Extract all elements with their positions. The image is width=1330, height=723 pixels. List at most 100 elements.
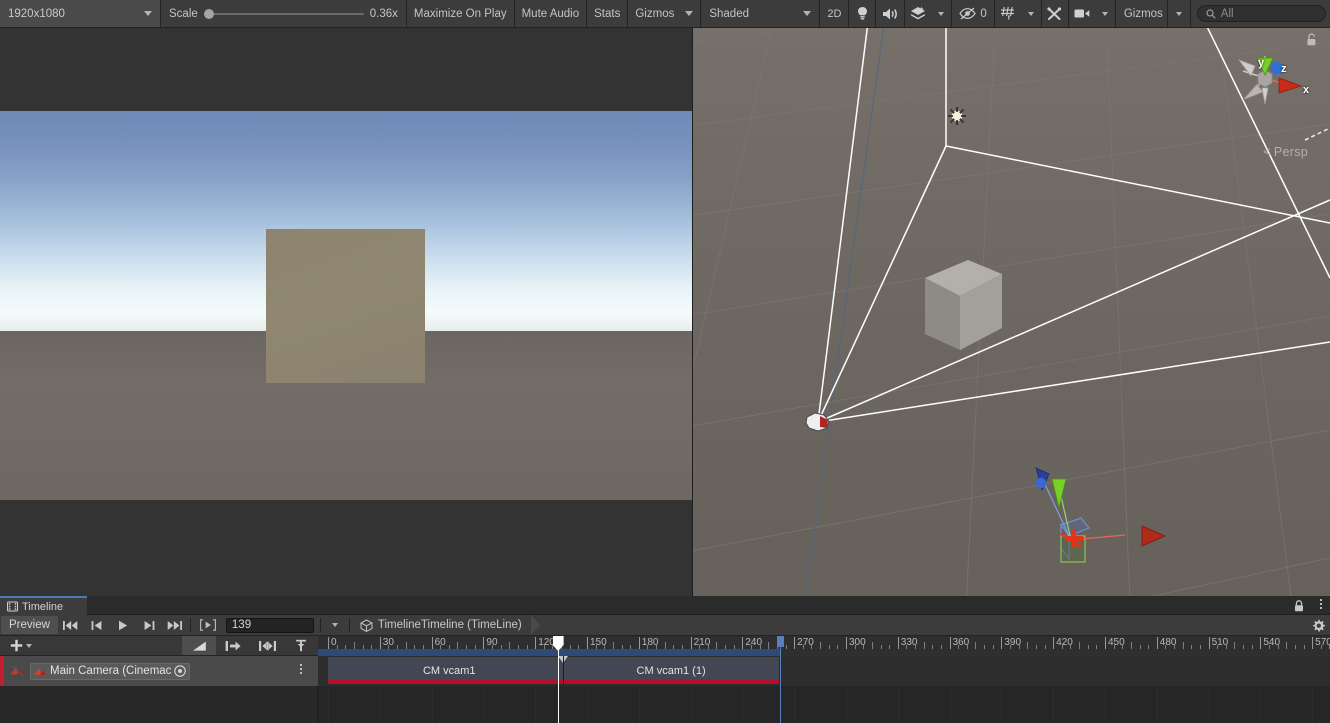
timeline-settings-button[interactable] (1306, 615, 1330, 635)
timeline-preview-button[interactable]: Preview (1, 616, 58, 634)
timeline-clip-area[interactable]: CM vcam1 CM vcam1 (1) (318, 656, 1330, 723)
breadcrumb-chevron-icon (530, 615, 540, 635)
stats-button[interactable]: Stats (587, 0, 627, 27)
go-to-start-button[interactable] (58, 615, 84, 635)
edit-mode-mix-button[interactable] (182, 636, 216, 655)
scene-tools-button[interactable] (1042, 0, 1068, 27)
gizmo-axis-x-label[interactable]: x (1303, 84, 1309, 96)
timeline-clip[interactable]: CM vcam1 (1) (562, 657, 781, 684)
scene-draw-mode-dropdown[interactable]: Shaded (701, 0, 819, 27)
scene-camera-dropdown[interactable] (1095, 0, 1115, 27)
object-picker-icon[interactable] (174, 665, 187, 677)
timeline-options-dropdown[interactable] (321, 615, 349, 635)
search-icon (1206, 8, 1216, 19)
track-lane-empty[interactable] (318, 686, 1330, 723)
scene-audio-toggle[interactable] (876, 0, 904, 27)
play-range-button[interactable] (193, 615, 223, 635)
timeline-clip[interactable]: CM vcam1 (328, 657, 572, 684)
timeline-ruler[interactable]: 0 30 60 90 120 150 180 210 240 270 300 330 360 390 420… (318, 636, 1330, 656)
scene-grid-dropdown[interactable] (1021, 0, 1041, 27)
edit-mode-ripple-button[interactable] (216, 636, 250, 655)
ruler-major-tick (535, 637, 537, 649)
go-to-end-button[interactable] (162, 615, 188, 635)
track-header-main-camera[interactable]: Main Camera (Cinemac (0, 656, 318, 686)
ruler-minor-tick (785, 645, 787, 649)
lane-gridline (949, 656, 951, 723)
stats-label: Stats (594, 7, 621, 20)
gizmo-axis-z-label[interactable]: z (1281, 63, 1287, 75)
ruler-minor-tick (889, 645, 891, 649)
ruler-minor-tick (621, 645, 623, 649)
track-accent-bar (0, 656, 4, 686)
scene-2d-toggle[interactable]: 2D (820, 0, 848, 27)
grid-visibility-icon (1000, 6, 1014, 20)
ruler-major-tick (1104, 637, 1106, 649)
lane-gridline (845, 656, 847, 723)
ruler-major-tick (1208, 637, 1210, 649)
ruler-minor-tick (1087, 645, 1089, 649)
scene-fx-toggle[interactable] (905, 0, 931, 27)
lane-gridline (1208, 656, 1210, 723)
previous-frame-button[interactable] (84, 615, 110, 635)
play-button[interactable] (110, 615, 136, 635)
gizmo-axis-y-label[interactable]: y (1258, 57, 1264, 69)
ruler-major-tick (638, 637, 640, 649)
lock-open-icon[interactable] (1306, 33, 1317, 46)
scene-view-panel[interactable]: y z x < Persp (693, 28, 1330, 596)
track-name-field[interactable]: Main Camera (Cinemac (30, 662, 191, 680)
scene-search-input[interactable]: All (1196, 5, 1326, 22)
ruler-minor-tick (940, 645, 942, 649)
scene-grid-toggle[interactable] (995, 0, 1021, 27)
ruler-minor-tick (440, 645, 442, 649)
tab-timeline[interactable]: Timeline (0, 596, 87, 615)
lane-gridline (1001, 656, 1003, 723)
skip-to-end-icon (168, 620, 183, 630)
scene-hidden-objects-toggle[interactable]: 0 (952, 0, 993, 27)
add-track-button[interactable] (0, 639, 40, 652)
scene-camera-button[interactable] (1069, 0, 1095, 27)
scene-projection-toggle[interactable]: < Persp (1263, 145, 1308, 159)
light-gizmo (948, 107, 966, 125)
duration-end-handle[interactable] (777, 636, 785, 647)
maximize-on-play-button[interactable]: Maximize On Play (407, 0, 514, 27)
timeline-frame-input[interactable]: 139 (225, 617, 314, 633)
timeline-breadcrumb[interactable]: TimelineTimeline (TimeLine) (350, 615, 1306, 635)
camera-track-icon (34, 667, 47, 675)
scene-fx-dropdown[interactable] (931, 0, 951, 27)
next-frame-button[interactable] (136, 615, 162, 635)
tab-timeline-label: Timeline (22, 600, 64, 613)
gear-icon (1312, 619, 1325, 632)
unity-editor-window: 1920x1080 Scale 0.36x Maximize On Play M… (0, 0, 1330, 723)
lane-gridline (1053, 656, 1055, 723)
ruler-major-tick (431, 637, 433, 649)
ruler-minor-tick (716, 642, 718, 649)
game-view-panel[interactable] (0, 28, 692, 596)
game-scale-slider-group[interactable]: Scale 0.36x (161, 0, 406, 27)
game-cube-object (266, 229, 425, 383)
markers-button[interactable] (284, 636, 318, 655)
game-scale-slider[interactable] (203, 8, 364, 19)
scene-gizmos-button[interactable]: Gizmos (1116, 0, 1167, 27)
ruler-minor-tick (1130, 642, 1132, 649)
lock-icon[interactable] (1294, 600, 1304, 612)
scene-gizmos-dropdown[interactable] (1168, 0, 1190, 27)
skip-to-start-icon (63, 620, 78, 630)
scene-lighting-toggle[interactable] (849, 0, 875, 27)
ruler-minor-tick (448, 645, 450, 649)
play-range-icon (199, 619, 216, 631)
game-gizmos-button[interactable]: Gizmos (628, 0, 681, 27)
scene-draw-mode-label: Shaded (709, 7, 749, 20)
game-render-surface[interactable] (0, 111, 692, 500)
timeline-panel-menu-button[interactable] (1320, 599, 1322, 609)
timeline-asset-icon (360, 618, 373, 632)
edit-mode-replace-button[interactable] (250, 636, 284, 655)
timeline-panel: Timeline Preview 139 TimelineTimeline (T… (0, 596, 1330, 723)
ruler-minor-tick (414, 645, 416, 649)
mute-audio-button[interactable]: Mute Audio (515, 0, 587, 27)
game-gizmos-dropdown[interactable] (681, 0, 700, 27)
game-scale-slider-knob[interactable] (203, 8, 214, 19)
game-resolution-dropdown[interactable]: 1920x1080 (0, 0, 160, 27)
track-menu-button[interactable] (300, 664, 302, 674)
cinemachine-track-icon (10, 665, 25, 678)
timeline-track-headers: Main Camera (Cinemac (0, 656, 318, 723)
